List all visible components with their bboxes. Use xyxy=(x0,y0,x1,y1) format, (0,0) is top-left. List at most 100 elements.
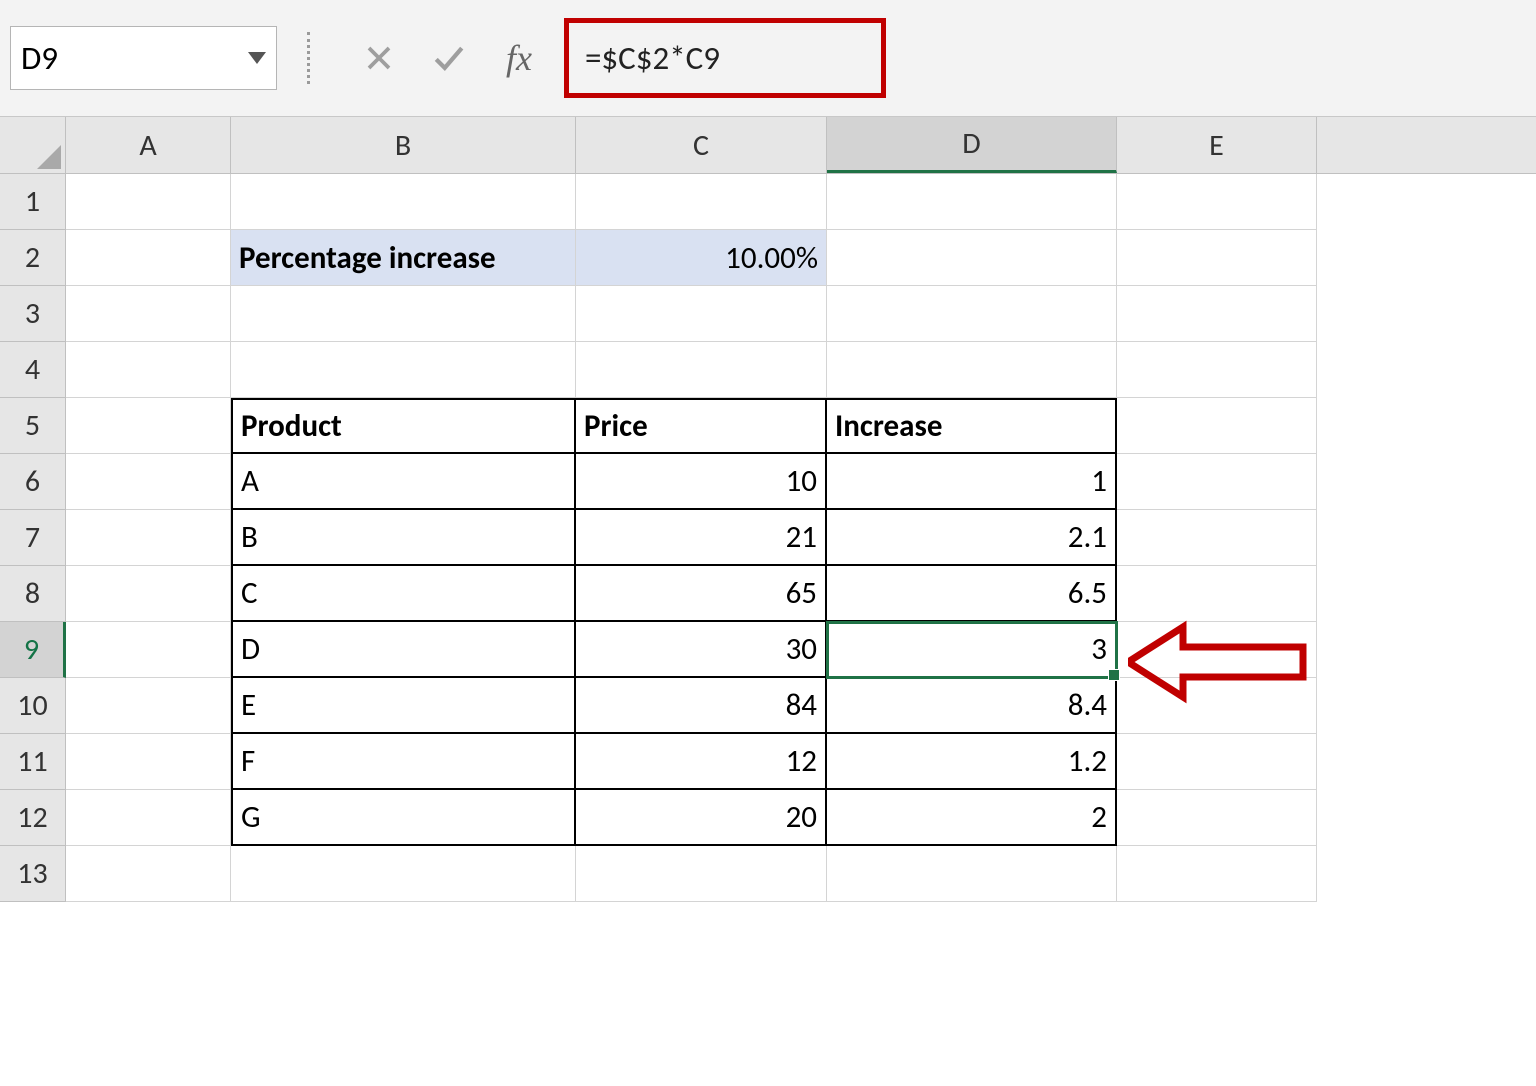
spreadsheet: A B C D E 12Percentage increase10.00%345… xyxy=(0,117,1536,902)
cell-B7-product[interactable]: B xyxy=(231,510,576,566)
cell-B13[interactable] xyxy=(231,846,576,902)
cell-B4[interactable] xyxy=(231,342,576,398)
cell-E11[interactable] xyxy=(1117,734,1317,790)
cell-E8[interactable] xyxy=(1117,566,1317,622)
cell-C1[interactable] xyxy=(576,174,827,230)
cell-B8-product[interactable]: C xyxy=(231,566,576,622)
row-header-8[interactable]: 8 xyxy=(0,566,66,622)
cell-D5-header-increase[interactable]: Increase xyxy=(827,398,1117,454)
cell-C6-price[interactable]: 10 xyxy=(576,454,827,510)
cell-A10[interactable] xyxy=(66,678,231,734)
col-header-B[interactable]: B xyxy=(231,117,576,173)
cell-D8-increase[interactable]: 6.5 xyxy=(827,566,1117,622)
cell-C13[interactable] xyxy=(576,846,827,902)
cell-A6[interactable] xyxy=(66,454,231,510)
cell-C4[interactable] xyxy=(576,342,827,398)
cell-A2[interactable] xyxy=(66,230,231,286)
cell-D3[interactable] xyxy=(827,286,1117,342)
cell-D1[interactable] xyxy=(827,174,1117,230)
close-icon xyxy=(364,43,394,73)
cell-D4[interactable] xyxy=(827,342,1117,398)
cell-D6-increase[interactable]: 1 xyxy=(827,454,1117,510)
cell-A1[interactable] xyxy=(66,174,231,230)
cell-D9-increase[interactable]: 3 xyxy=(827,622,1117,678)
cell-C5-header-price[interactable]: Price xyxy=(576,398,827,454)
row-header-7[interactable]: 7 xyxy=(0,510,66,566)
cell-B11-product[interactable]: F xyxy=(231,734,576,790)
cell-C3[interactable] xyxy=(576,286,827,342)
row-header-13[interactable]: 13 xyxy=(0,846,66,902)
cell-C9-price[interactable]: 30 xyxy=(576,622,827,678)
cell-B3[interactable] xyxy=(231,286,576,342)
cell-B5-header-product[interactable]: Product xyxy=(231,398,576,454)
name-box-value: D9 xyxy=(21,38,58,78)
cell-E5[interactable] xyxy=(1117,398,1317,454)
formula-input[interactable]: =$C$2*C9 xyxy=(585,38,720,78)
cell-D10-increase[interactable]: 8.4 xyxy=(827,678,1117,734)
row-header-10[interactable]: 10 xyxy=(0,678,66,734)
row-header-3[interactable]: 3 xyxy=(0,286,66,342)
cell-E4[interactable] xyxy=(1117,342,1317,398)
cell-D12-increase[interactable]: 2 xyxy=(827,790,1117,846)
cell-E10[interactable] xyxy=(1117,678,1317,734)
confirm-edit-button[interactable] xyxy=(414,33,484,83)
fill-handle[interactable] xyxy=(1108,669,1120,681)
col-header-D[interactable]: D xyxy=(827,117,1117,173)
cell-C7-price[interactable]: 21 xyxy=(576,510,827,566)
cell-A9[interactable] xyxy=(66,622,231,678)
cell-C11-price[interactable]: 12 xyxy=(576,734,827,790)
cell-D13[interactable] xyxy=(827,846,1117,902)
row-header-6[interactable]: 6 xyxy=(0,454,66,510)
col-header-C[interactable]: C xyxy=(576,117,827,173)
cell-D7-increase[interactable]: 2.1 xyxy=(827,510,1117,566)
column-headers: A B C D E xyxy=(0,117,1536,174)
cell-E9[interactable] xyxy=(1117,622,1317,678)
cell-B9-product[interactable]: D xyxy=(231,622,576,678)
grid-rows: 12Percentage increase10.00%345ProductPri… xyxy=(0,174,1536,902)
cell-A5[interactable] xyxy=(66,398,231,454)
cell-B2-percentage-label[interactable]: Percentage increase xyxy=(231,230,576,286)
cell-D11-increase[interactable]: 1.2 xyxy=(827,734,1117,790)
cell-E1[interactable] xyxy=(1117,174,1317,230)
row-header-11[interactable]: 11 xyxy=(0,734,66,790)
cell-E13[interactable] xyxy=(1117,846,1317,902)
insert-function-button[interactable]: fx xyxy=(484,37,554,79)
cell-E7[interactable] xyxy=(1117,510,1317,566)
cell-C8-price[interactable]: 65 xyxy=(576,566,827,622)
cell-C12-price[interactable]: 20 xyxy=(576,790,827,846)
chevron-down-icon[interactable] xyxy=(248,52,266,64)
cell-A12[interactable] xyxy=(66,790,231,846)
row-header-4[interactable]: 4 xyxy=(0,342,66,398)
cell-E12[interactable] xyxy=(1117,790,1317,846)
row-header-5[interactable]: 5 xyxy=(0,398,66,454)
name-box[interactable]: D9 xyxy=(10,26,277,90)
row-header-1[interactable]: 1 xyxy=(0,174,66,230)
col-header-E[interactable]: E xyxy=(1117,117,1317,173)
cell-E2[interactable] xyxy=(1117,230,1317,286)
cell-A11[interactable] xyxy=(66,734,231,790)
cell-B10-product[interactable]: E xyxy=(231,678,576,734)
row-header-9[interactable]: 9 xyxy=(0,622,66,678)
cell-A8[interactable] xyxy=(66,566,231,622)
cell-B12-product[interactable]: G xyxy=(231,790,576,846)
row-2: 2 Percentage increase10.00% xyxy=(0,230,1536,286)
cell-B6-product[interactable]: A xyxy=(231,454,576,510)
cell-D2[interactable] xyxy=(827,230,1117,286)
formula-bar: D9 fx =$C$2*C9 xyxy=(0,0,1536,117)
cell-C10-price[interactable]: 84 xyxy=(576,678,827,734)
separator xyxy=(307,32,324,84)
cell-E3[interactable] xyxy=(1117,286,1317,342)
cell-A3[interactable] xyxy=(66,286,231,342)
col-header-A[interactable]: A xyxy=(66,117,231,173)
row-8: 8 C656.5 xyxy=(0,566,1536,622)
cell-E6[interactable] xyxy=(1117,454,1317,510)
row-header-12[interactable]: 12 xyxy=(0,790,66,846)
cancel-edit-button[interactable] xyxy=(344,33,414,83)
cell-B1[interactable] xyxy=(231,174,576,230)
select-all-corner[interactable] xyxy=(0,117,66,173)
cell-A13[interactable] xyxy=(66,846,231,902)
cell-C2-percentage-value[interactable]: 10.00% xyxy=(576,230,827,286)
row-header-2[interactable]: 2 xyxy=(0,230,66,286)
cell-A7[interactable] xyxy=(66,510,231,566)
cell-A4[interactable] xyxy=(66,342,231,398)
